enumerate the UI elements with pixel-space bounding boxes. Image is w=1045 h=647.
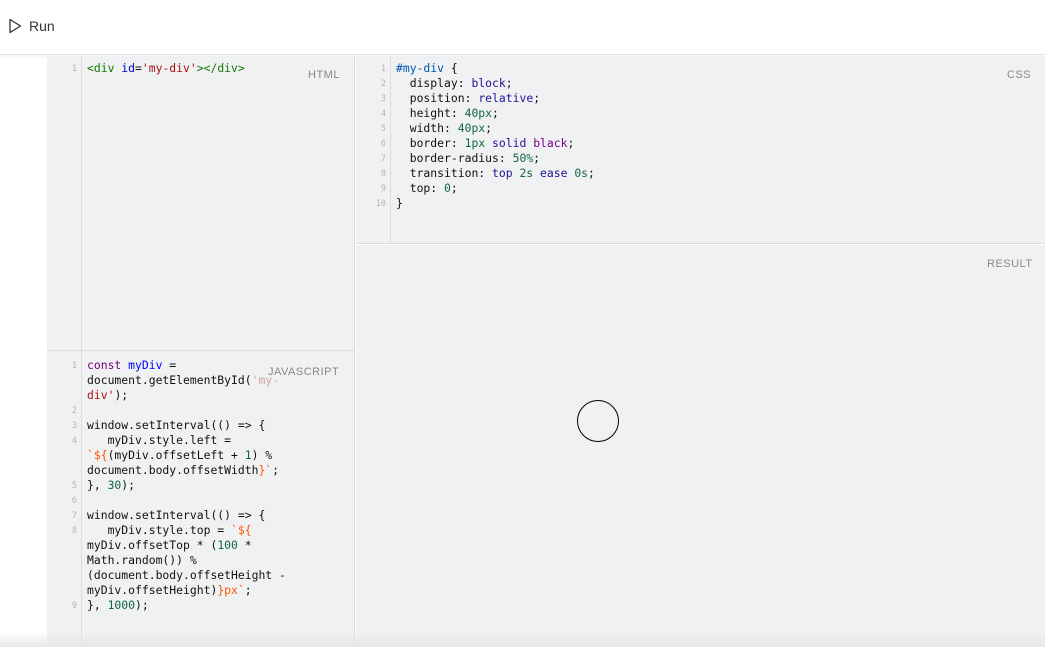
- line-number: 9: [71, 601, 77, 611]
- code-line: top: 0;: [409, 181, 458, 195]
- code-line: #my-div {: [396, 61, 458, 75]
- line-number: 5: [380, 124, 386, 134]
- code-line: height: 40px;: [409, 106, 499, 120]
- my-div-circle: [577, 400, 619, 442]
- code-line: }: [396, 196, 403, 210]
- code-line: document.body.offsetWidth}`;: [87, 463, 280, 477]
- code-line: document.getElementById('my-: [87, 373, 280, 387]
- line-number: 6: [71, 496, 77, 506]
- html-editor-panel[interactable]: 1 <div id='my-div'></div> HTML: [47, 56, 355, 350]
- code-line: position: relative;: [409, 91, 541, 105]
- line-number: 2: [380, 79, 386, 89]
- line-number: 3: [380, 94, 386, 104]
- code-line: width: 40px;: [409, 121, 493, 135]
- run-label: Run: [29, 18, 55, 34]
- code-line: window.setInterval(() => {: [87, 418, 266, 432]
- line-number: 5: [71, 481, 77, 491]
- code-line: }, 30);: [87, 478, 136, 492]
- play-icon: [9, 18, 22, 34]
- line-number: 7: [71, 511, 77, 521]
- line-number: 9: [380, 184, 386, 194]
- result-panel[interactable]: RESULT: [356, 245, 1045, 647]
- line-number: 1: [380, 64, 386, 74]
- javascript-editor-panel[interactable]: 1 const myDiv = document.getElementById(…: [47, 350, 355, 647]
- code-line: display: block;: [409, 76, 513, 90]
- line-number: 2: [71, 406, 77, 416]
- code-line: border: 1px solid black;: [409, 136, 575, 150]
- line-number: 6: [380, 139, 386, 149]
- line-number: 8: [71, 526, 77, 536]
- code-line: <div id='my-div'></div>: [87, 61, 245, 75]
- result-panel-label: RESULT: [987, 258, 1033, 270]
- code-line: Math.random()) %: [87, 553, 197, 567]
- line-number: 3: [71, 421, 77, 431]
- run-button[interactable]: Run: [8, 16, 55, 36]
- code-line: (document.body.offsetHeight -: [87, 568, 286, 582]
- code-line: myDiv.offsetHeight)}px`;: [87, 583, 252, 597]
- javascript-panel-label: JAVASCRIPT: [268, 366, 340, 378]
- code-line: myDiv.style.left =: [87, 433, 232, 447]
- bottom-fade: [0, 632, 1045, 647]
- code-line: window.setInterval(() => {: [87, 508, 266, 522]
- code-line: myDiv.style.top = `${: [87, 523, 252, 537]
- code-line: `${(myDiv.offsetLeft + 1) %: [87, 448, 273, 462]
- line-number: 1: [71, 64, 77, 74]
- code-line: transition: top 2s ease 0s;: [409, 166, 595, 180]
- code-line: myDiv.offsetTop * (100 *: [87, 538, 252, 552]
- toolbar: Run: [0, 0, 1045, 55]
- line-number: 8: [380, 169, 386, 179]
- line-number: 4: [380, 109, 386, 119]
- code-line: }, 1000);: [87, 598, 149, 612]
- line-number: 7: [380, 154, 386, 164]
- css-editor-panel[interactable]: 1 #my-div { 2 display: block; 3 position…: [356, 56, 1045, 244]
- line-number: 10: [375, 199, 386, 209]
- code-line: div');: [87, 388, 129, 402]
- css-panel-label: CSS: [1007, 69, 1032, 81]
- code-line: const myDiv =: [87, 358, 177, 372]
- code-line: border-radius: 50%;: [409, 151, 541, 165]
- line-number: 1: [71, 361, 77, 371]
- html-gutter: [47, 56, 82, 350]
- html-panel-label: HTML: [308, 69, 340, 81]
- line-number: 4: [71, 436, 77, 446]
